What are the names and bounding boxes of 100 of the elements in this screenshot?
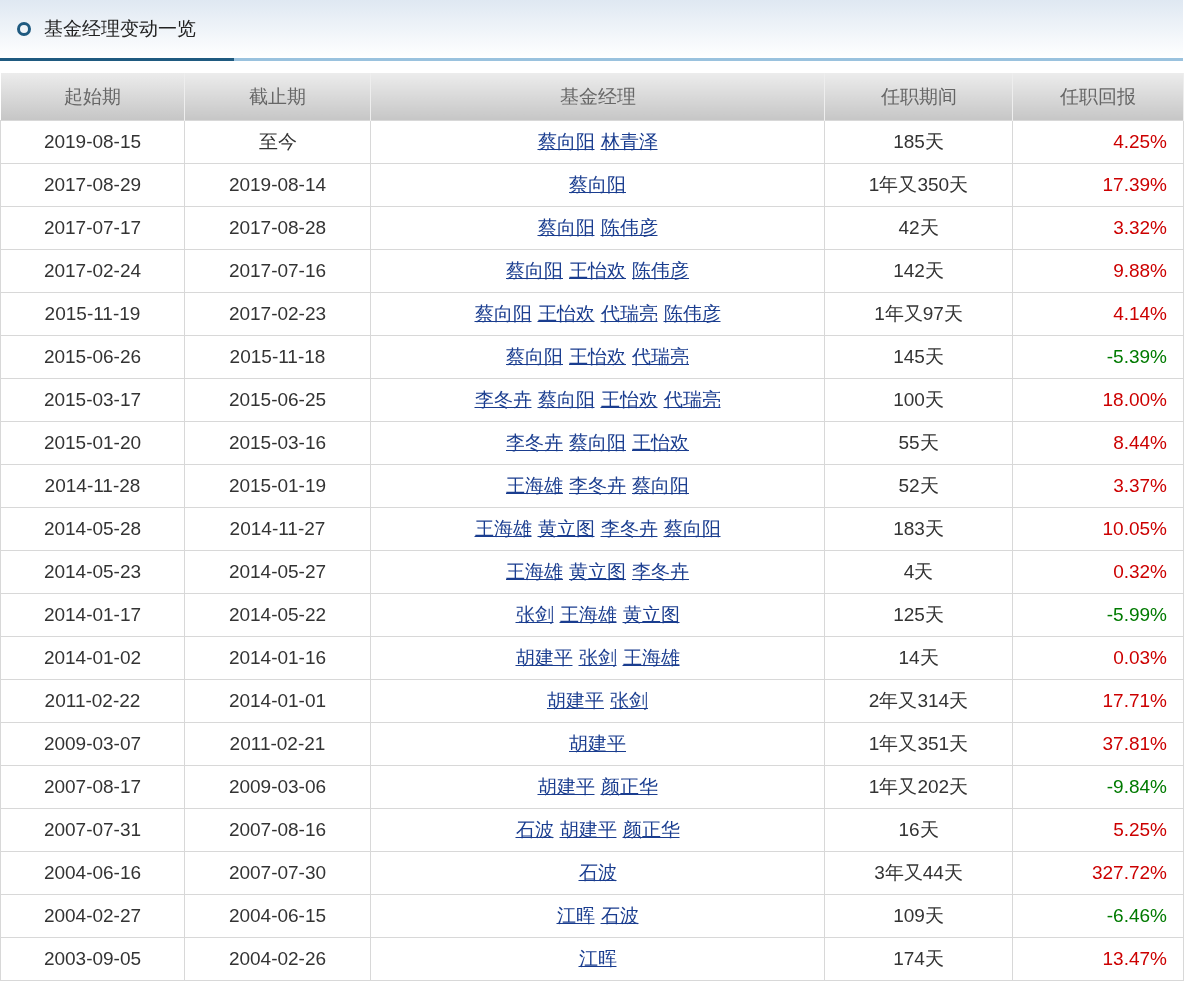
manager-link[interactable]: 胡建平: [537, 776, 595, 797]
start-date-cell: 2017-02-24: [0, 249, 185, 293]
manager-link[interactable]: 王海雄: [474, 518, 532, 539]
manager-link[interactable]: 王怡欢: [632, 432, 689, 453]
manager-link[interactable]: 王怡欢: [569, 346, 626, 367]
manager-link[interactable]: 江晖: [556, 905, 595, 926]
tenure-cell: 183天: [824, 507, 1013, 551]
manager-link[interactable]: 陈伟彦: [663, 303, 721, 324]
manager-link[interactable]: 石波: [600, 905, 639, 926]
manager-link[interactable]: 蔡向阳: [663, 518, 721, 539]
start-date-cell: 2017-08-29: [0, 163, 185, 207]
manager-link[interactable]: 蔡向阳: [569, 432, 626, 453]
manager-link[interactable]: 蔡向阳: [537, 131, 595, 152]
manager-link[interactable]: 蔡向阳: [474, 303, 532, 324]
manager-link[interactable]: 蔡向阳: [569, 174, 626, 195]
return-cell: 327.72%: [1012, 851, 1184, 895]
return-cell: 17.71%: [1012, 679, 1184, 723]
start-date-cell: 2014-01-17: [0, 593, 185, 637]
tenure-cell: 42天: [824, 206, 1013, 250]
start-date-cell: 2014-05-23: [0, 550, 185, 594]
return-cell: 9.88%: [1012, 249, 1184, 293]
manager-link[interactable]: 胡建平: [569, 733, 626, 754]
manager-link[interactable]: 李冬卉: [600, 518, 658, 539]
start-date-cell: 2011-02-22: [0, 679, 185, 723]
end-date-cell: 2014-05-22: [184, 593, 371, 637]
manager-link[interactable]: 王海雄: [506, 475, 563, 496]
end-date-cell: 2007-07-30: [184, 851, 371, 895]
end-date-cell: 2007-08-16: [184, 808, 371, 852]
manager-link[interactable]: 代瑞亮: [600, 303, 658, 324]
return-cell: 8.44%: [1012, 421, 1184, 465]
end-date-cell: 2017-07-16: [184, 249, 371, 293]
manager-link[interactable]: 李冬卉: [506, 432, 563, 453]
manager-link[interactable]: 张剑: [610, 690, 648, 711]
manager-link[interactable]: 李冬卉: [474, 389, 532, 410]
tenure-cell: 109天: [824, 894, 1013, 938]
manager-link[interactable]: 王怡欢: [537, 303, 595, 324]
manager-link[interactable]: 蔡向阳: [506, 260, 563, 281]
tenure-cell: 16天: [824, 808, 1013, 852]
manager-link[interactable]: 胡建平: [515, 647, 573, 668]
tenure-cell: 142天: [824, 249, 1013, 293]
return-cell: 13.47%: [1012, 937, 1184, 981]
end-date-cell: 2019-08-14: [184, 163, 371, 207]
tenure-cell: 2年又314天: [824, 679, 1013, 723]
manager-link[interactable]: 黄立图: [569, 561, 626, 582]
start-date-cell: 2007-07-31: [0, 808, 185, 852]
manager-link[interactable]: 张剑: [515, 604, 554, 625]
return-cell: 37.81%: [1012, 722, 1184, 766]
manager-link[interactable]: 黄立图: [622, 604, 680, 625]
return-cell: 4.14%: [1012, 292, 1184, 336]
manager-link[interactable]: 石波: [515, 819, 554, 840]
end-date-cell: 至今: [184, 120, 371, 164]
manager-link[interactable]: 胡建平: [547, 690, 604, 711]
end-date-cell: 2014-01-16: [184, 636, 371, 680]
manager-link[interactable]: 王海雄: [559, 604, 617, 625]
return-cell: 4.25%: [1012, 120, 1184, 164]
end-date-cell: 2017-08-28: [184, 206, 371, 250]
manager-link[interactable]: 石波: [578, 862, 617, 883]
manager-link[interactable]: 蔡向阳: [537, 217, 595, 238]
manager-link[interactable]: 代瑞亮: [632, 346, 689, 367]
manager-link[interactable]: 张剑: [578, 647, 617, 668]
tenure-cell: 14天: [824, 636, 1013, 680]
manager-link[interactable]: 蔡向阳: [506, 346, 563, 367]
start-date-cell: 2014-11-28: [0, 464, 185, 508]
manager-link[interactable]: 颜正华: [600, 776, 658, 797]
return-cell: 0.32%: [1012, 550, 1184, 594]
tenure-cell: 185天: [824, 120, 1013, 164]
manager-link[interactable]: 李冬卉: [569, 475, 626, 496]
manager-link[interactable]: 李冬卉: [632, 561, 689, 582]
end-date-cell: 2014-01-01: [184, 679, 371, 723]
tenure-cell: 1年又97天: [824, 292, 1013, 336]
column-header: 任职期间: [824, 73, 1013, 121]
manager-link[interactable]: 江晖: [578, 948, 617, 969]
circle-icon: [16, 21, 32, 37]
start-date-cell: 2004-06-16: [0, 851, 185, 895]
start-date-cell: 2015-11-19: [0, 292, 185, 336]
manager-link[interactable]: 王海雄: [506, 561, 563, 582]
tenure-cell: 55天: [824, 421, 1013, 465]
return-cell: 5.25%: [1012, 808, 1184, 852]
manager-link[interactable]: 林青泽: [600, 131, 658, 152]
return-cell: 3.32%: [1012, 206, 1184, 250]
manager-link[interactable]: 陈伟彦: [632, 260, 689, 281]
end-date-cell: 2015-01-19: [184, 464, 371, 508]
manager-link[interactable]: 代瑞亮: [663, 389, 721, 410]
manager-link[interactable]: 颜正华: [622, 819, 680, 840]
start-date-cell: 2014-01-02: [0, 636, 185, 680]
return-cell: 3.37%: [1012, 464, 1184, 508]
start-date-cell: 2015-06-26: [0, 335, 185, 379]
manager-link[interactable]: 陈伟彦: [600, 217, 658, 238]
manager-link[interactable]: 蔡向阳: [537, 389, 595, 410]
return-cell: 17.39%: [1012, 163, 1184, 207]
manager-link[interactable]: 黄立图: [537, 518, 595, 539]
manager-link[interactable]: 胡建平: [559, 819, 617, 840]
start-date-cell: 2009-03-07: [0, 722, 185, 766]
end-date-cell: 2015-06-25: [184, 378, 371, 422]
manager-link[interactable]: 王海雄: [622, 647, 680, 668]
manager-link[interactable]: 王怡欢: [569, 260, 626, 281]
end-date-cell: 2015-11-18: [184, 335, 371, 379]
manager-link[interactable]: 王怡欢: [600, 389, 658, 410]
end-date-cell: 2004-02-26: [184, 937, 371, 981]
manager-link[interactable]: 蔡向阳: [632, 475, 689, 496]
